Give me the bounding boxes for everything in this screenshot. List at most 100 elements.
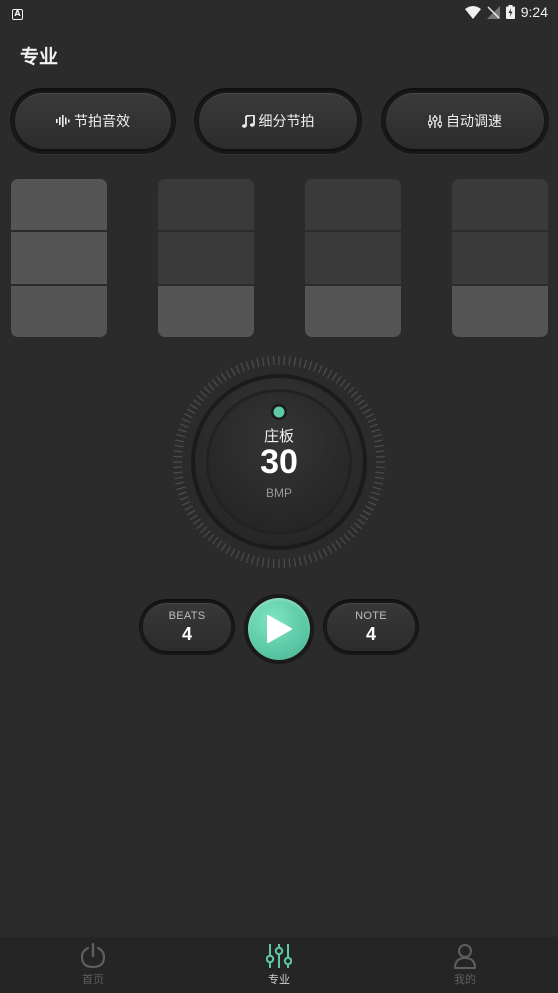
- dial-tick: [326, 369, 333, 379]
- dial-tick: [240, 552, 245, 562]
- dial-tick: [365, 505, 374, 511]
- dial-tick: [267, 356, 270, 366]
- dial-tick: [250, 359, 255, 369]
- dial-tick: [211, 379, 219, 388]
- dial-tick: [235, 364, 241, 374]
- notification-icon: A: [12, 8, 23, 20]
- dial-tick: [367, 418, 377, 424]
- dial-tick: [343, 382, 351, 391]
- dial-tick: [207, 382, 215, 391]
- status-bar: A 9:24: [0, 0, 558, 24]
- dial-tick: [225, 545, 232, 555]
- dial-tick: [256, 358, 260, 368]
- dial-tick: [373, 481, 383, 485]
- dial-tick: [347, 530, 355, 538]
- beat-cell[interactable]: [158, 285, 254, 337]
- dial-tick: [293, 357, 297, 367]
- dial-tick: [298, 358, 302, 368]
- dial-tick: [203, 386, 211, 394]
- auto-tempo-button[interactable]: 自动调速: [381, 88, 549, 154]
- dial-tick: [313, 362, 318, 372]
- dial-tick: [313, 552, 318, 562]
- dial-tick: [298, 556, 302, 566]
- dial-tick: [186, 509, 196, 516]
- dial-tick: [367, 500, 377, 506]
- beat-column-1[interactable]: [11, 179, 107, 337]
- beat-cell[interactable]: [11, 179, 107, 231]
- dial-tick: [362, 408, 372, 415]
- dial-tick: [331, 542, 338, 552]
- dial-tick: [230, 548, 236, 557]
- tab-mine[interactable]: 我的: [372, 937, 558, 993]
- dial-tick: [192, 399, 201, 406]
- sliders-icon: [428, 114, 442, 128]
- dial-tick: [230, 367, 236, 376]
- beats-selector[interactable]: BEATS 4: [139, 599, 235, 655]
- beat-cell[interactable]: [11, 285, 107, 337]
- sound-wave-icon: [56, 115, 70, 127]
- dial-tick: [196, 522, 205, 530]
- beat-column-4[interactable]: [452, 179, 548, 337]
- beat-cell[interactable]: [452, 179, 548, 231]
- tab-pro[interactable]: 专业: [186, 937, 372, 993]
- beat-column-2[interactable]: [158, 179, 254, 337]
- dial-tick: [225, 369, 232, 379]
- dial-tick: [189, 514, 199, 521]
- dial-tick: [186, 408, 196, 415]
- play-button[interactable]: [244, 594, 314, 664]
- bpm-unit: BMP: [265, 486, 292, 500]
- dial-tick: [357, 518, 366, 525]
- dial-tick: [357, 399, 366, 406]
- tab-home[interactable]: 首页: [0, 937, 186, 993]
- dial-tick: [235, 550, 241, 560]
- tab-home-label: 首页: [82, 973, 104, 986]
- beat-column-3[interactable]: [305, 179, 401, 337]
- dial-tick: [267, 558, 270, 568]
- beat-cell[interactable]: [305, 285, 401, 337]
- dial-tick: [347, 386, 355, 394]
- power-icon: [80, 943, 106, 969]
- page-title: 专业: [20, 46, 59, 68]
- status-right: 9:24: [464, 4, 548, 20]
- dial-tick: [261, 357, 265, 367]
- beat-sound-button[interactable]: 节拍音效: [10, 88, 176, 154]
- dial-tick: [350, 526, 359, 534]
- dial-tick: [245, 360, 250, 370]
- wifi-icon: [464, 5, 481, 19]
- beat-cell[interactable]: [11, 232, 107, 284]
- clock: 9:24: [520, 4, 548, 20]
- dial-tick: [335, 540, 342, 549]
- subdivision-button[interactable]: 细分节拍: [194, 88, 362, 154]
- note-selector[interactable]: NOTE 4: [323, 599, 419, 655]
- dial-tick: [240, 362, 245, 372]
- dial-tick: [317, 550, 323, 560]
- dial-tick: [175, 481, 185, 485]
- dial-tick: [250, 555, 255, 565]
- beat-cell[interactable]: [305, 232, 401, 284]
- subdivision-label: 细分节拍: [258, 114, 315, 130]
- dial-tick: [335, 375, 342, 384]
- dial-tick: [288, 558, 291, 568]
- beat-cell[interactable]: [452, 232, 548, 284]
- dial-tick: [196, 394, 205, 402]
- no-signal-icon: [486, 5, 500, 19]
- dial-tick: [199, 526, 208, 534]
- dial-tick: [256, 556, 260, 566]
- tempo-dial[interactable]: 庄板 30 BMP: [170, 353, 388, 571]
- note-label: NOTE: [355, 609, 387, 622]
- dial-tick: [362, 509, 372, 516]
- dial-indicator-dot: [273, 406, 285, 418]
- beat-cell[interactable]: [158, 232, 254, 284]
- dial-tick: [365, 413, 374, 419]
- note-value: 4: [365, 623, 376, 644]
- dial-tick: [245, 554, 250, 564]
- beats-value: 4: [181, 623, 192, 644]
- tab-pro-label: 专业: [268, 973, 290, 986]
- dial-tick: [199, 390, 208, 398]
- dial-tick: [317, 364, 323, 374]
- dial-tick: [216, 375, 223, 384]
- beat-cell[interactable]: [158, 179, 254, 231]
- beat-cell[interactable]: [305, 179, 401, 231]
- dial-tick: [203, 530, 211, 538]
- beat-cell[interactable]: [452, 285, 548, 337]
